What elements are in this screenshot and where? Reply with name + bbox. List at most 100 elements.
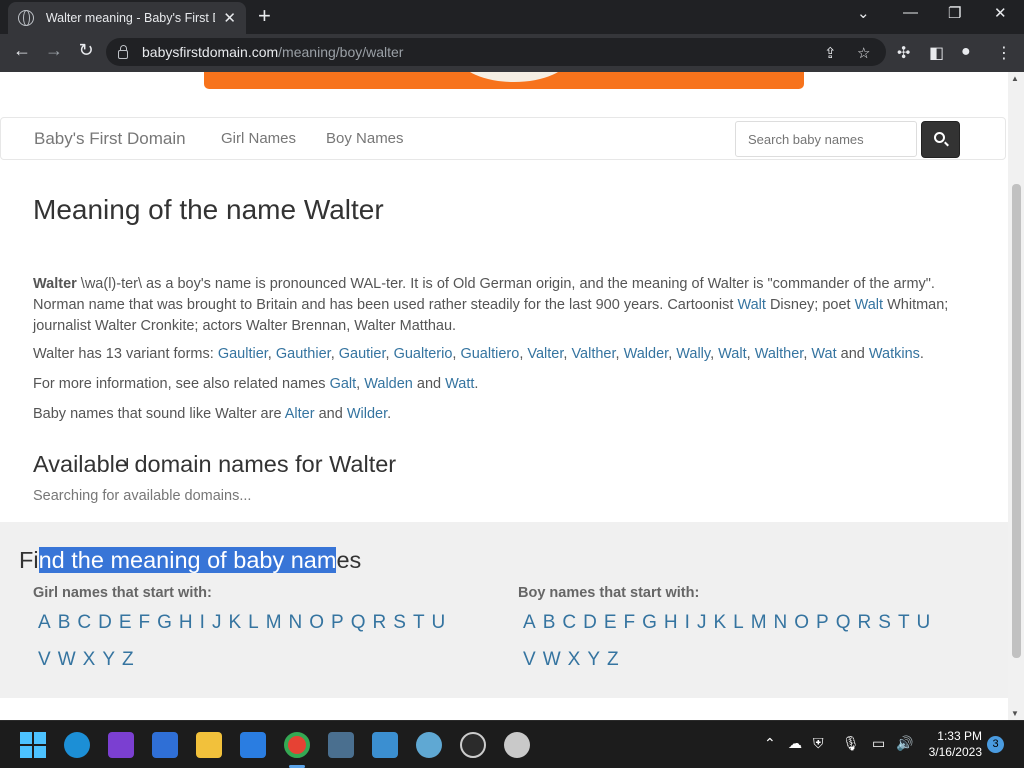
boy-letter-link[interactable]: C (562, 612, 576, 633)
girl-letter-link[interactable]: Q (351, 612, 366, 633)
variant-link[interactable]: Gauthier (276, 346, 331, 362)
boy-letter-link[interactable]: F (624, 612, 636, 633)
store-icon[interactable] (152, 732, 178, 758)
tab-close-icon[interactable]: ✕ (223, 9, 236, 27)
related-link[interactable]: Watt (445, 376, 474, 392)
chevron-up-icon[interactable]: ⌃ (764, 735, 776, 752)
variant-link[interactable]: Gaultier (218, 346, 268, 362)
girl-letter-link[interactable]: R (373, 612, 387, 633)
girl-letter-link[interactable]: A (38, 612, 51, 633)
boy-letter-link[interactable]: M (751, 612, 767, 633)
boy-letter-link[interactable]: G (642, 612, 657, 633)
variant-link[interactable]: Watkins (869, 346, 920, 362)
girl-letter-link[interactable]: C (77, 612, 91, 633)
reload-button[interactable]: ↻ (74, 40, 98, 61)
back-button[interactable]: ← (10, 40, 34, 61)
boy-letter-link[interactable]: E (604, 612, 617, 633)
notepad-icon[interactable] (372, 732, 398, 758)
menu-icon[interactable]: ⋮ (996, 43, 1012, 63)
boy-letter-link[interactable]: S (878, 612, 891, 633)
variant-link[interactable]: Walder (624, 346, 669, 362)
address-bar[interactable]: babysfirstdomain.com/meaning/boy/walter … (106, 38, 886, 66)
girl-letter-link[interactable]: X (83, 649, 96, 670)
girl-letter-link[interactable]: M (266, 612, 282, 633)
boy-letter-link[interactable]: Z (607, 649, 619, 670)
calculator-icon[interactable] (328, 732, 354, 758)
link-walt-disney[interactable]: Walt (737, 297, 765, 313)
sound-link[interactable]: Wilder (347, 406, 387, 422)
lock-icon[interactable] (118, 44, 128, 59)
maps-icon[interactable] (416, 732, 442, 758)
cloud-icon[interactable]: ☁ (788, 735, 802, 752)
boy-letter-link[interactable]: D (583, 612, 597, 633)
chrome-icon[interactable] (284, 732, 310, 758)
minimize-button[interactable]: — (903, 4, 918, 21)
variant-link[interactable]: Valter (527, 346, 563, 362)
volume-icon[interactable]: 🔊 (896, 735, 913, 752)
boy-letter-link[interactable]: N (774, 612, 788, 633)
visual-studio-icon[interactable] (108, 732, 134, 758)
girl-letter-link[interactable]: G (157, 612, 172, 633)
scroll-thumb[interactable] (1012, 184, 1021, 658)
variant-link[interactable]: Walther (755, 346, 804, 362)
network-icon[interactable]: ▭ (872, 735, 885, 752)
girl-letter-link[interactable]: E (119, 612, 132, 633)
page-scrollbar[interactable]: ▲ ▼ (1008, 72, 1024, 720)
girl-letter-link[interactable]: I (200, 612, 205, 633)
boy-letter-link[interactable]: A (523, 612, 536, 633)
girl-letter-link[interactable]: D (98, 612, 112, 633)
boy-letter-link[interactable]: U (917, 612, 931, 633)
girl-letter-link[interactable]: L (248, 612, 259, 633)
browser-tab[interactable]: Walter meaning - Baby's First Do ✕ (8, 2, 246, 34)
bookmark-star-icon[interactable]: ☆ (857, 44, 870, 62)
forward-button[interactable]: → (42, 40, 66, 61)
boy-letter-link[interactable]: X (568, 649, 581, 670)
side-panel-icon[interactable]: ◧ (929, 43, 944, 63)
boy-letter-link[interactable]: P (816, 612, 829, 633)
site-brand-link[interactable]: Baby's First Domain (34, 129, 186, 149)
variant-link[interactable]: Gualtiero (460, 346, 519, 362)
girl-letter-link[interactable]: N (289, 612, 303, 633)
boy-letter-link[interactable]: B (543, 612, 556, 633)
close-window-button[interactable]: ✕ (994, 4, 1007, 22)
microphone-icon[interactable]: 🎙 (842, 735, 860, 752)
mail-icon[interactable] (240, 732, 266, 758)
boy-letter-link[interactable]: R (858, 612, 872, 633)
share-icon[interactable]: ⇪ (824, 44, 837, 62)
girl-letter-link[interactable]: P (331, 612, 344, 633)
boy-letter-link[interactable]: K (713, 612, 726, 633)
girl-letter-link[interactable]: W (58, 649, 76, 670)
notification-badge[interactable]: 3 (987, 736, 1004, 753)
variant-link[interactable]: Gualterio (394, 346, 453, 362)
defender-shield-icon[interactable]: ⛨ (813, 735, 824, 752)
start-windows-icon[interactable] (20, 732, 46, 758)
sound-link[interactable]: Alter (285, 406, 315, 422)
girl-letter-link[interactable]: Z (122, 649, 134, 670)
boy-letter-link[interactable]: I (685, 612, 690, 633)
obs-icon[interactable] (460, 732, 486, 758)
search-input[interactable] (735, 121, 917, 157)
girl-letter-link[interactable]: F (139, 612, 151, 633)
girl-letter-link[interactable]: K (228, 612, 241, 633)
variant-link[interactable]: Wally (676, 346, 710, 362)
boy-letter-link[interactable]: W (543, 649, 561, 670)
boy-letter-link[interactable]: T (898, 612, 910, 633)
boy-letter-link[interactable]: H (664, 612, 678, 633)
edge-icon[interactable] (64, 732, 90, 758)
scroll-up-arrow-icon[interactable]: ▲ (1011, 74, 1019, 83)
girl-letter-link[interactable]: O (309, 612, 324, 633)
tab-search-icon[interactable]: ⌄ (857, 4, 870, 22)
girl-letter-link[interactable]: B (58, 612, 71, 633)
nav-girl-names[interactable]: Girl Names (221, 130, 296, 147)
girl-letter-link[interactable]: S (393, 612, 406, 633)
scroll-down-arrow-icon[interactable]: ▼ (1011, 709, 1019, 718)
restore-button[interactable]: ❐ (948, 4, 961, 22)
boy-letter-link[interactable]: O (794, 612, 809, 633)
file-explorer-icon[interactable] (196, 732, 222, 758)
girl-letter-link[interactable]: T (413, 612, 425, 633)
boy-letter-link[interactable]: Y (587, 649, 600, 670)
extensions-icon[interactable]: ✣ (897, 43, 910, 63)
link-walt-whitman[interactable]: Walt (855, 297, 883, 313)
boy-letter-link[interactable]: V (523, 649, 536, 670)
girl-letter-link[interactable]: H (179, 612, 193, 633)
